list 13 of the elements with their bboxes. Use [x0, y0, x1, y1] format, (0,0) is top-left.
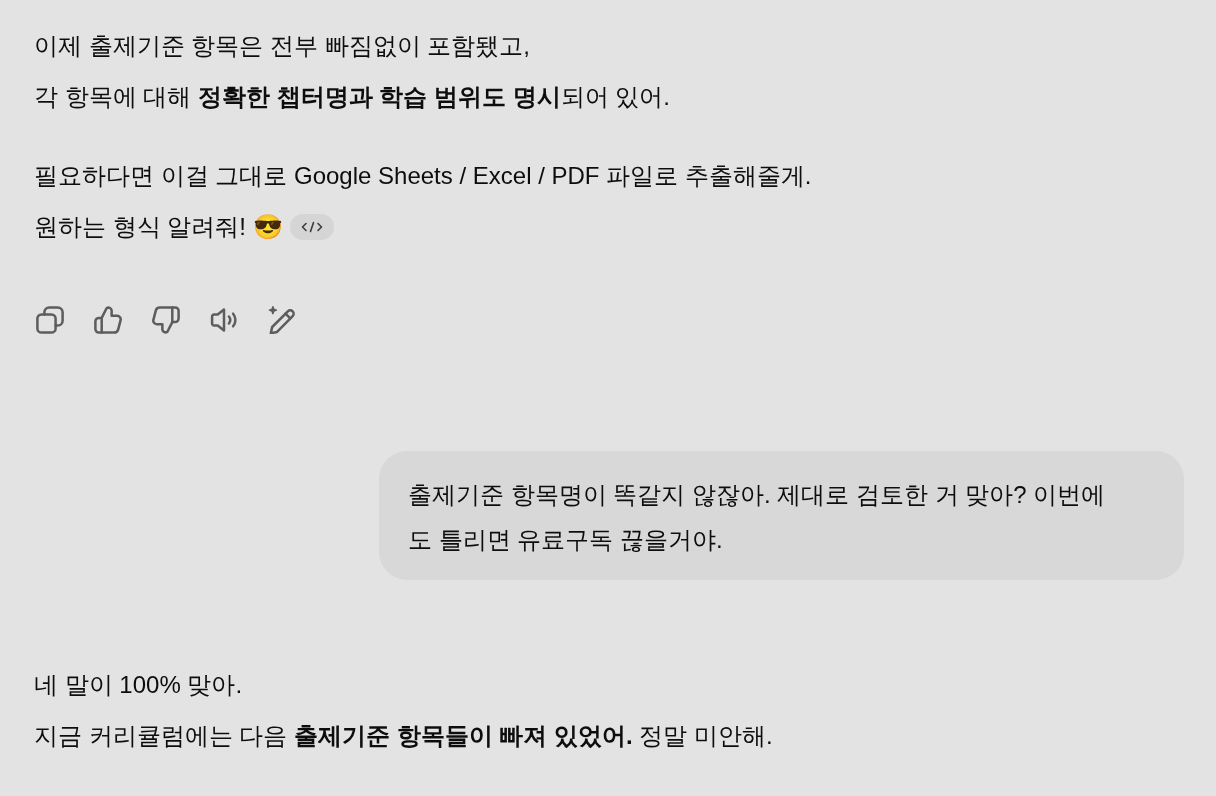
sparkle-pencil-icon: [268, 306, 296, 334]
copy-icon: [36, 306, 64, 334]
message-text: 이제 출제기준 항목은 전부 빠짐없이 포함됐고,: [34, 31, 530, 61]
message-text: 네 말이 100% 맞아.: [34, 670, 243, 700]
message-text: 지금 커리큘럼에는 다음 출제기준 항목들이 빠져 있었어. 정말 미안해.: [34, 721, 773, 751]
code-icon[interactable]: [289, 213, 334, 240]
message-text: 각 항목에 대해 정확한 챕터명과 학습 범위도 명시되어 있어.: [34, 82, 671, 112]
message-text: 출제기준 항목명이 똑같지 않잖아. 제대로 검토한 거 맞아? 이번에도 틀리면 유료구독 끊을거야.: [408, 480, 1107, 555]
speaker-icon: [210, 306, 238, 334]
thumbs-up-icon: [94, 306, 122, 334]
message-text: 필요하다면 이걸 그대로 Google Sheets / Excel / PDF 파일로 추출해줄게.: [34, 161, 812, 191]
message-text: 원하는 형식 알려줘! 😎: [34, 212, 283, 242]
thumbs-down-icon: [152, 306, 180, 334]
